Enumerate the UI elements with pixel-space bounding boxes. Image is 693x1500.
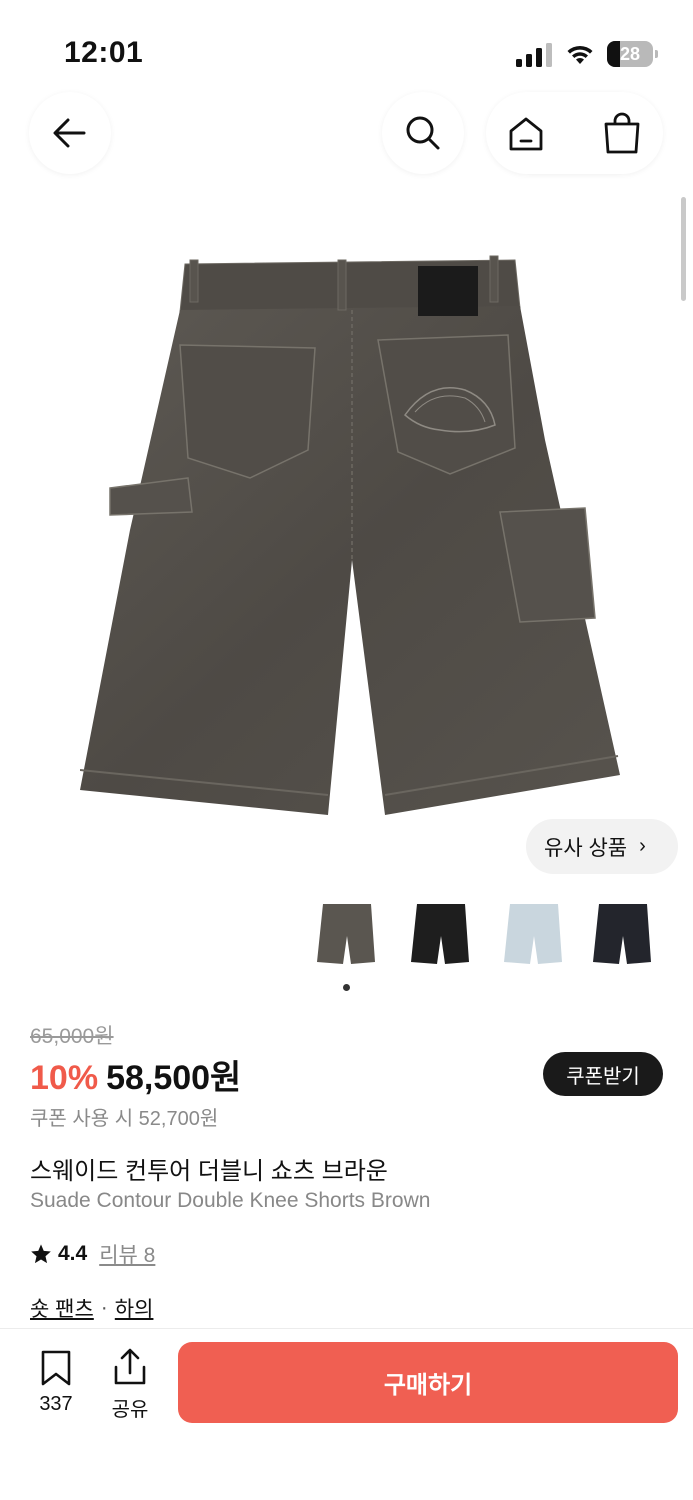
similar-products-button[interactable]: 유사 상품 › (526, 819, 678, 874)
thumbnail-light-blue[interactable] (498, 898, 570, 970)
original-price: 65,000원 (30, 1025, 114, 1048)
get-coupon-button[interactable]: 쿠폰받기 (543, 1052, 663, 1096)
status-time: 12:01 (64, 36, 144, 69)
category-link-shorts[interactable]: 숏 팬츠 (30, 1293, 94, 1323)
share-icon[interactable] (111, 1347, 149, 1387)
rating-row: 4.4 리뷰 8 (30, 1239, 155, 1269)
category-breadcrumb: 숏 팬츠 · 하의 (30, 1293, 153, 1323)
thumbnail-brown[interactable] (311, 898, 383, 970)
discount-rate: 10% (30, 1059, 99, 1097)
star-icon (31, 1244, 51, 1264)
thumbnail-navy[interactable] (587, 898, 659, 970)
category-link-bottoms[interactable]: 하의 (115, 1293, 154, 1323)
home-cart-group (486, 92, 663, 174)
carousel-dot (343, 984, 350, 991)
rating-value: 4.4 (58, 1242, 88, 1265)
product-title-en: Suade Contour Double Knee Shorts Brown (30, 1189, 431, 1212)
battery-indicator: 28 (607, 41, 658, 67)
buy-button[interactable]: 구매하기 (178, 1342, 678, 1423)
color-thumbnails (0, 898, 693, 970)
bottom-action-bar: 337 공유 구매하기 (0, 1328, 693, 1500)
wifi-icon (567, 45, 593, 64)
bookmark-count: 337 (39, 1393, 73, 1415)
review-link[interactable]: 리뷰 8 (99, 1239, 155, 1269)
back-button[interactable] (29, 92, 111, 174)
home-icon[interactable] (506, 114, 546, 154)
product-title-ko: 스웨이드 컨투어 더블니 쇼츠 브라운 (30, 1158, 388, 1185)
price-row: 10% 58,500원 (30, 1050, 241, 1097)
bookmark-icon[interactable] (38, 1349, 74, 1387)
search-icon (406, 116, 440, 150)
similar-products-label: 유사 상품 (544, 836, 628, 860)
arrow-left-icon (53, 118, 86, 148)
coupon-price: 쿠폰 사용 시 52,700원 (30, 1108, 219, 1130)
product-image (80, 255, 620, 815)
shopping-bag-icon[interactable] (602, 112, 642, 154)
cellular-signal-icon (516, 43, 552, 67)
category-separator: · (100, 1296, 108, 1319)
battery-percent: 28 (619, 44, 641, 64)
sale-price: 58,500원 (106, 1059, 242, 1097)
scrollbar[interactable] (681, 197, 686, 301)
thumbnail-black[interactable] (405, 898, 477, 970)
status-bar: 12:01 28 (0, 0, 693, 100)
share-label: 공유 (111, 1399, 149, 1421)
chevron-right-icon: › (639, 835, 646, 857)
search-button[interactable] (382, 92, 464, 174)
